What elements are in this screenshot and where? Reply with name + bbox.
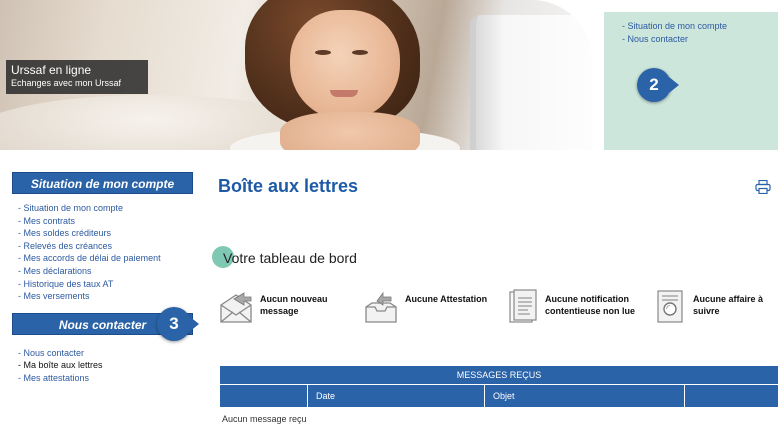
sidebar: Situation de mon compte Situation de mon… [12, 172, 193, 391]
callout-badge-2: 2 [637, 68, 683, 102]
sidebar-contact-list: Nous contacter Ma boîte aux lettres Mes … [12, 335, 193, 391]
banner-hands [280, 112, 420, 150]
sidebar-item-situation[interactable]: Situation de mon compte [18, 202, 193, 215]
messages-table-title: MESSAGES REÇUS [220, 366, 778, 385]
sidebar-item-attestations[interactable]: Mes attestations [18, 372, 193, 385]
messages-table: MESSAGES REÇUS Date Objet Aucun message … [220, 366, 778, 424]
sidebar-item-mailbox[interactable]: Ma boîte aux lettres [18, 359, 193, 372]
banner-subtitle: Echanges avec mon Urssaf [11, 78, 122, 88]
envelope-icon [220, 292, 252, 323]
sidebar-heading-account: Situation de mon compte [12, 172, 193, 194]
tile-label: Aucune Attestation [405, 294, 488, 304]
tile-attestations[interactable]: Aucune Attestation [363, 289, 503, 339]
sidebar-item-at-rates-history[interactable]: Historique des taux AT [18, 278, 193, 291]
sidebar-item-contracts[interactable]: Mes contrats [18, 215, 193, 228]
column-header-subject[interactable]: Objet [485, 385, 685, 407]
callout-badge-3: 3 [157, 307, 203, 341]
quick-link-situation[interactable]: Situation de mon compte [622, 20, 778, 33]
callout-number: 2 [637, 68, 671, 102]
search-document-icon [657, 290, 683, 323]
banner-monitor [470, 15, 592, 150]
tile-new-messages[interactable]: Aucun nouveau message [218, 289, 358, 339]
sidebar-account-list: Situation de mon compte Mes contrats Mes… [12, 194, 193, 309]
column-header-extra [685, 385, 778, 407]
messages-empty-state: Aucun message reçu [222, 414, 307, 424]
tile-label: Aucune notification contentieuse non lue [545, 294, 636, 316]
sidebar-item-credit-balances[interactable]: Mes soldes créditeurs [18, 227, 193, 240]
messages-table-header: Date Objet [220, 385, 778, 407]
banner-caption: Urssaf en ligne Echanges avec mon Urssaf [6, 60, 148, 94]
banner-title: Urssaf en ligne [11, 63, 92, 77]
sidebar-item-debt-statements[interactable]: Relevés des créances [18, 240, 193, 253]
banner-mouth [330, 90, 358, 97]
callout-pointer [189, 316, 199, 332]
tile-notifications[interactable]: Aucune notification contentieuse non lue [508, 289, 653, 339]
tile-label: Aucun nouveau message [260, 294, 328, 316]
tray-icon [365, 291, 397, 323]
banner-eye [315, 50, 331, 55]
quick-link-contact[interactable]: Nous contacter [622, 33, 778, 46]
callout-number: 3 [157, 307, 191, 341]
column-header-date[interactable]: Date [308, 385, 485, 407]
page-title: Boîte aux lettres [218, 176, 359, 196]
sidebar-item-payment-agreements[interactable]: Mes accords de délai de paiement [18, 252, 193, 265]
sidebar-item-declarations[interactable]: Mes déclarations [18, 265, 193, 278]
main-content: Boîte aux lettres Votre tableau de bord … [212, 172, 778, 438]
tile-label: Aucune affaire à suivre [693, 294, 764, 316]
print-icon[interactable] [755, 180, 771, 194]
banner-eye [352, 50, 368, 55]
column-header-select [220, 385, 308, 407]
hero-banner: Urssaf en ligne Echanges avec mon Urssaf [0, 0, 592, 150]
dashboard-title: Votre tableau de bord [223, 250, 357, 266]
document-icon [509, 289, 537, 323]
sidebar-item-payments[interactable]: Mes versements [18, 290, 193, 303]
callout-pointer [669, 77, 679, 93]
banner-face [290, 10, 400, 120]
sidebar-item-contact[interactable]: Nous contacter [18, 347, 193, 360]
quick-links-list: Situation de mon compte Nous contacter [622, 20, 778, 46]
tile-cases-to-follow[interactable]: Aucune affaire à suivre [655, 289, 778, 339]
quick-links-panel: Situation de mon compte Nous contacter [604, 12, 778, 150]
